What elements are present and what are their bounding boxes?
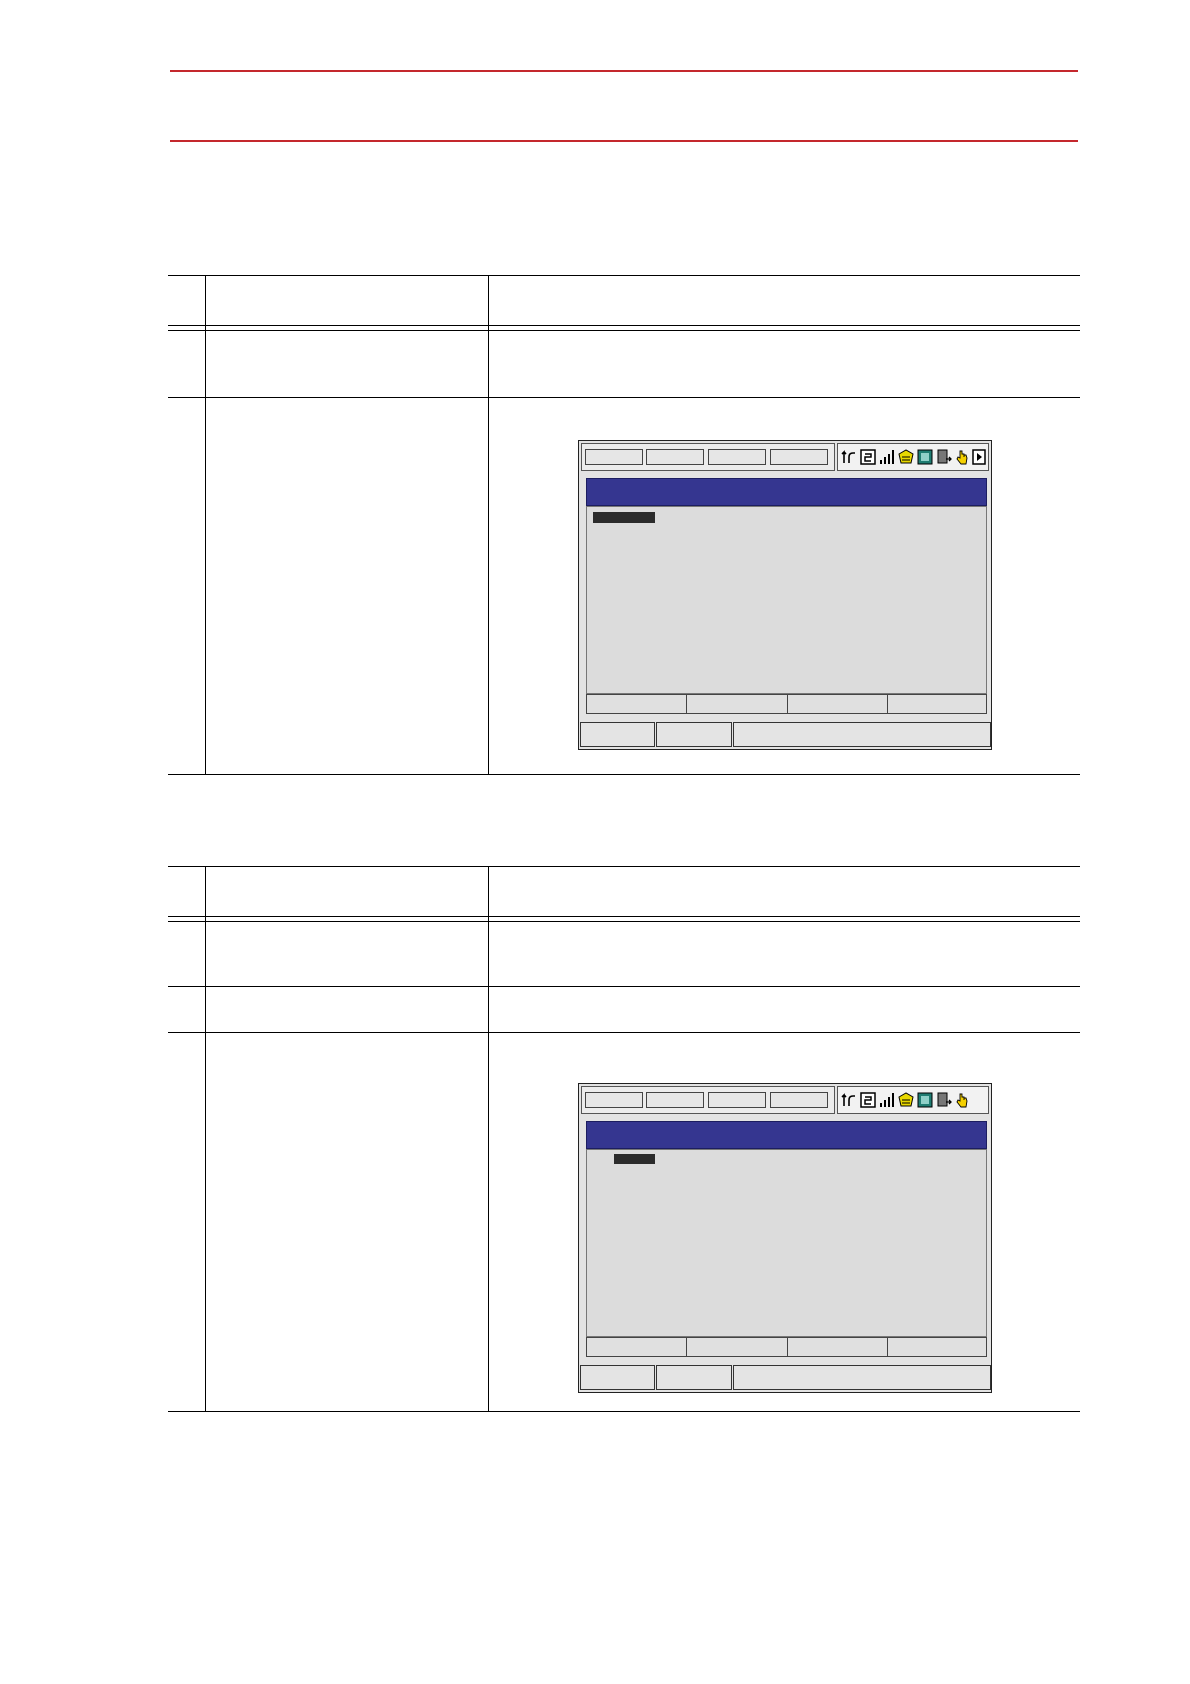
screen-main-area — [586, 1149, 987, 1337]
menu-button[interactable] — [770, 1092, 828, 1108]
function-button[interactable] — [787, 694, 888, 714]
procedure-table-2 — [168, 866, 1080, 1412]
screen-main-area — [586, 506, 987, 694]
function-button[interactable] — [586, 1337, 687, 1357]
header-rule-top — [170, 70, 1078, 72]
play-mode-icon — [917, 449, 933, 465]
menu-button[interactable] — [646, 1092, 704, 1108]
status-icon-bar — [837, 1086, 989, 1114]
speed-icon — [880, 450, 894, 464]
page-icon[interactable] — [971, 449, 987, 465]
menu-button[interactable] — [585, 1092, 643, 1108]
function-button[interactable] — [787, 1337, 888, 1357]
function-button[interactable] — [686, 1337, 788, 1357]
menu-button[interactable] — [770, 449, 828, 465]
status-icon-bar — [837, 443, 989, 471]
hand-icon — [956, 450, 968, 465]
main-menu-bar — [581, 1086, 835, 1114]
selection-cursor[interactable] — [614, 1154, 655, 1164]
screen-title-bar — [586, 1121, 987, 1149]
procedure-table-1 — [168, 275, 1080, 775]
menu-button[interactable] — [585, 449, 643, 465]
function-button[interactable] — [887, 694, 987, 714]
header-rule-bottom — [170, 140, 1078, 142]
coordinate-icon — [860, 449, 876, 465]
axis-group-icon — [841, 450, 855, 463]
play-mode-icon — [917, 1092, 933, 1108]
status-button[interactable] — [656, 722, 732, 747]
menu-button[interactable] — [708, 1092, 766, 1108]
main-menu-bar — [581, 443, 835, 471]
speed-icon — [880, 1093, 894, 1107]
function-button[interactable] — [586, 694, 687, 714]
message-line — [733, 1365, 991, 1390]
security-icon — [898, 449, 914, 464]
storage-icon — [937, 1092, 952, 1107]
screen-title-bar — [586, 478, 987, 506]
security-icon — [898, 1092, 914, 1107]
status-button[interactable] — [580, 722, 655, 747]
storage-icon — [937, 449, 952, 464]
status-button[interactable] — [580, 1365, 655, 1390]
message-line — [733, 722, 991, 747]
menu-button[interactable] — [708, 449, 766, 465]
axis-group-icon — [841, 1093, 855, 1106]
pendant-screen-2 — [578, 1083, 992, 1393]
pendant-screen-1 — [578, 440, 992, 750]
menu-button[interactable] — [646, 449, 704, 465]
selection-cursor[interactable] — [593, 512, 655, 523]
function-button[interactable] — [887, 1337, 987, 1357]
coordinate-icon — [860, 1092, 876, 1108]
status-button[interactable] — [656, 1365, 732, 1390]
function-button[interactable] — [686, 694, 788, 714]
hand-icon — [956, 1093, 968, 1108]
